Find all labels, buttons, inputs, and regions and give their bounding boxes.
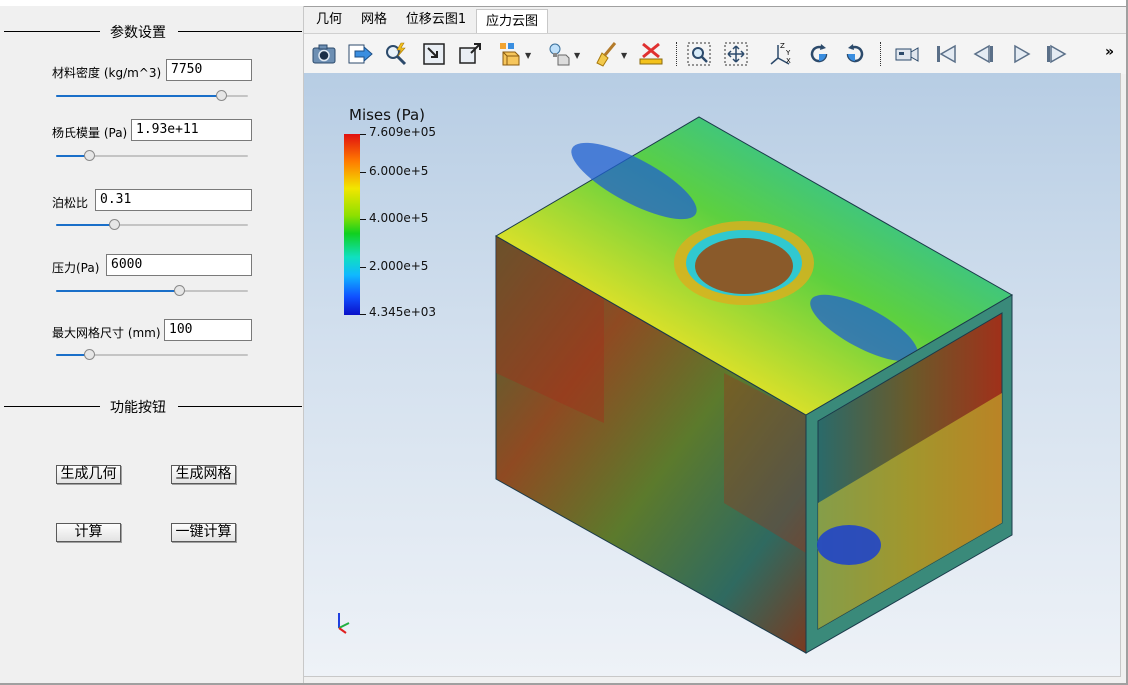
first-frame-icon[interactable]: [933, 41, 959, 67]
slider-thumb[interactable]: [83, 349, 95, 360]
svg-text:Z: Z: [780, 42, 785, 50]
legend-title: Mises (Pa): [349, 106, 426, 124]
colormap-bar: [344, 134, 360, 315]
legend-tick: [360, 267, 366, 268]
legend-tick: [360, 134, 366, 135]
divider: [178, 406, 302, 407]
toolbar-overflow-icon[interactable]: »: [1105, 44, 1114, 60]
generate-mesh-button[interactable]: 生成网格: [171, 465, 236, 484]
max-mesh-size-slider[interactable]: [56, 349, 248, 361]
slider-fill: [56, 224, 114, 226]
legend-label: 2.000e+5: [369, 259, 429, 273]
play-icon[interactable]: [1008, 41, 1034, 67]
legend-label: 6.000e+5: [369, 164, 429, 178]
divider: [178, 31, 302, 32]
slider-fill: [56, 290, 179, 292]
pressure-slider[interactable]: [56, 285, 248, 297]
divider: [4, 406, 100, 407]
zoom-region-icon[interactable]: [686, 41, 712, 67]
chevron-down-icon[interactable]: ▼: [574, 51, 580, 60]
legend-tick: [360, 219, 366, 220]
chevron-down-icon[interactable]: ▼: [525, 51, 531, 60]
slider-fill: [56, 95, 222, 97]
parameter-panel: 参数设置 材料密度 (kg/m^3) 7750 杨氏模量 (Pa) 1.93e+…: [0, 6, 304, 683]
youngs-modulus-input[interactable]: 1.93e+11: [131, 119, 252, 141]
quick-zoom-icon[interactable]: [383, 41, 409, 67]
last-frame-icon[interactable]: [1044, 41, 1070, 67]
tab-stress[interactable]: 应力云图: [476, 9, 548, 33]
params-group-header: 参数设置: [0, 21, 303, 41]
record-camera-icon[interactable]: [894, 41, 920, 67]
density-slider[interactable]: [56, 90, 248, 102]
poisson-ratio-label: 泊松比: [52, 196, 89, 210]
legend-label: 4.000e+5: [369, 211, 429, 225]
light-icon[interactable]: [546, 41, 572, 67]
tab-mesh[interactable]: 网格: [354, 8, 394, 31]
toolbar-separator: [880, 42, 882, 66]
pan-icon[interactable]: [723, 41, 749, 67]
legend-max-label: 7.609e+05: [369, 125, 437, 139]
max-mesh-size-input[interactable]: 100: [164, 319, 252, 341]
clear-brush-icon[interactable]: [593, 41, 619, 67]
params-section-title: 参数设置: [110, 25, 166, 41]
fit-view-icon[interactable]: [457, 41, 483, 67]
svg-text:X: X: [786, 57, 791, 65]
youngs-modulus-slider[interactable]: [56, 150, 248, 162]
one-click-compute-button[interactable]: 一键计算: [171, 523, 236, 542]
rotate-ccw-icon[interactable]: [842, 41, 868, 67]
slider-thumb[interactable]: [216, 90, 228, 101]
zoom-box-icon[interactable]: [421, 41, 447, 67]
camera-icon[interactable]: [311, 41, 337, 67]
toolbar-separator: [676, 42, 678, 66]
tab-geometry[interactable]: 几何: [308, 8, 350, 31]
youngs-modulus-label: 杨氏模量 (Pa): [52, 126, 128, 140]
display-mode-icon[interactable]: [497, 41, 523, 67]
axis-triad-icon: [338, 613, 350, 634]
slider-thumb[interactable]: [83, 150, 95, 161]
divider: [4, 31, 100, 32]
legend-tick: [360, 314, 366, 315]
poisson-ratio-slider[interactable]: [56, 219, 248, 231]
functions-group-header: 功能按钮: [0, 396, 303, 416]
axes-icon[interactable]: ZYX: [768, 41, 794, 67]
export-icon[interactable]: [347, 41, 373, 67]
compute-button[interactable]: 计算: [56, 523, 121, 542]
pressure-label: 压力(Pa): [52, 261, 100, 275]
legend-tick: [360, 172, 366, 173]
rotate-cw-icon[interactable]: [806, 41, 832, 67]
density-label: 材料密度 (kg/m^3): [52, 66, 162, 80]
remove-icon[interactable]: [638, 41, 664, 67]
pressure-input[interactable]: 6000: [106, 254, 252, 276]
density-input[interactable]: 7750: [166, 59, 252, 81]
slider-thumb[interactable]: [108, 219, 120, 230]
stress-viewport[interactable]: Mises (Pa) 7.609e+05 6.000e+5 4.000e+5 2…: [304, 73, 1121, 677]
prev-frame-icon[interactable]: [970, 41, 996, 67]
poisson-ratio-input[interactable]: 0.31: [95, 189, 252, 211]
max-mesh-size-label: 最大网格尺寸 (mm): [52, 326, 161, 340]
tab-displacement[interactable]: 位移云图1: [400, 8, 472, 31]
svg-text:Y: Y: [785, 49, 791, 57]
view-tabs: 几何 网格 位移云图1 应力云图: [304, 8, 1126, 33]
viewer-toolbar: ▼ ▼ ▼ ZYX »: [304, 33, 1126, 74]
generate-geometry-button[interactable]: 生成几何: [56, 465, 121, 484]
chevron-down-icon[interactable]: ▼: [621, 51, 627, 60]
legend-min-label: 4.345e+03: [369, 305, 437, 319]
slider-thumb[interactable]: [173, 285, 185, 296]
functions-section-title: 功能按钮: [110, 400, 166, 416]
